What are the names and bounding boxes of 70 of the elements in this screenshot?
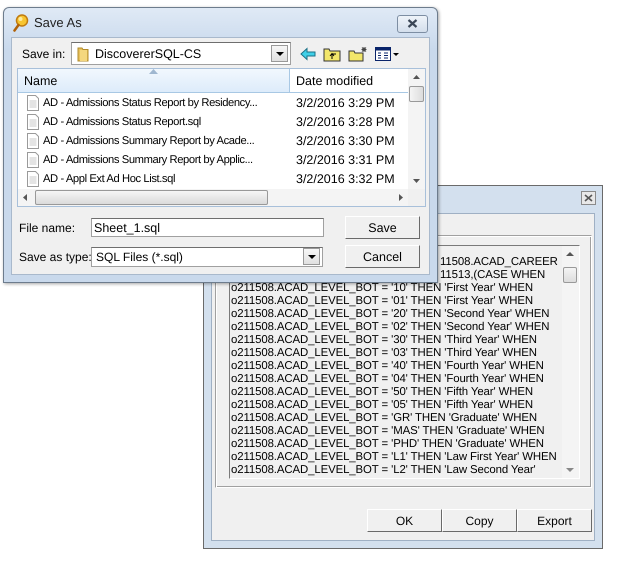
dialog-button[interactable]: OK — [367, 509, 442, 532]
dialog-button[interactable]: Export — [517, 509, 592, 532]
date-cell-text: 3/2/2016 3:29 PM — [295, 96, 395, 110]
scrollbar-corner — [408, 189, 425, 206]
file-row[interactable]: AD - Admissions Status Report by Residency... — [18, 94, 290, 110]
dialog-button[interactable]: Copy — [442, 509, 517, 532]
code-line: o211508.ACAD_LEVEL_BOT = '02' THEN 'Second Year' WHEN — [231, 321, 550, 333]
file-row[interactable]: AD - Admissions Status Report.sql — [18, 114, 290, 130]
code-line: o211508.ACAD_LEVEL_BOT = '50' THEN 'Fifth Year' WHEN — [231, 386, 534, 398]
save-as-type-label: Save as type: — [19, 250, 91, 264]
view-menu-icon[interactable] — [375, 46, 399, 60]
document-icon — [26, 94, 40, 110]
vertical-scrollbar[interactable] — [408, 69, 425, 189]
code-line: o211508.ACAD_LEVEL_BOT = 'L1' THEN 'Law First Year' WHEN — [231, 451, 557, 463]
document-icon — [26, 170, 40, 186]
code-line: o211508.ACAD_LEVEL_BOT = 'L2' THEN 'Law Second Year' — [231, 464, 536, 476]
scroll-right-icon[interactable] — [399, 194, 403, 201]
code-line: o211508.ACAD_LEVEL_BOT = 'MAS' THEN 'Graduate' WHEN — [231, 425, 545, 437]
code-line: o211508.ACAD_LEVEL_BOT = 'GR' THEN 'Graduate' WHEN — [231, 412, 538, 424]
code-line: o211508.ACAD_LEVEL_BOT = '10' THEN 'First Year' WHEN — [231, 282, 534, 294]
scroll-up-icon[interactable] — [566, 251, 574, 256]
column-header[interactable]: Name — [18, 69, 290, 92]
dropdown-arrow-icon — [276, 52, 284, 56]
document-icon — [26, 152, 40, 168]
magnifier-icon — [13, 14, 29, 32]
file-name-label: File name: — [19, 220, 76, 234]
folder-icon — [77, 46, 89, 62]
close-icon — [407, 19, 418, 28]
code-line: o211508.ACAD_LEVEL_BOT = '04' THEN 'Fourth Year' WHEN — [231, 373, 544, 385]
vertical-scrollbar[interactable] — [562, 246, 579, 478]
scroll-up-icon[interactable] — [413, 75, 420, 79]
code-line: 11513,(CASE WHEN — [440, 269, 546, 281]
cancel-button[interactable]: Cancel — [345, 245, 420, 268]
date-cell-text: 3/2/2016 3:30 PM — [295, 134, 395, 148]
file-row[interactable]: AD - Appl Ext Ad Hoc List.sql — [18, 170, 290, 186]
new-folder-icon[interactable] — [348, 46, 368, 62]
code-line: o211508.ACAD_LEVEL_BOT = '03' THEN 'Third Year' WHEN — [231, 347, 537, 359]
date-cell-text: 3/2/2016 3:31 PM — [295, 152, 395, 166]
code-line: o211508.ACAD_LEVEL_BOT = '30' THEN 'Third Year' WHEN — [231, 334, 537, 346]
file-name-field[interactable]: Sheet_1.sql — [91, 218, 324, 237]
document-icon — [26, 132, 40, 148]
code-line: 11508.ACAD_CAREER — [440, 256, 558, 268]
file-row[interactable]: AD - Admissions Summary Report by Acade... — [18, 132, 290, 148]
scroll-left-icon[interactable] — [23, 194, 27, 201]
code-line: o211508.ACAD_LEVEL_BOT = '40' THEN 'Fourth Year' WHEN — [231, 360, 544, 372]
column-header[interactable]: Date modified — [290, 69, 408, 92]
dropdown-arrow-icon — [308, 254, 316, 258]
save-in-dropdown[interactable]: DiscovererSQL-CS — [71, 42, 291, 65]
scrollbar-thumb[interactable] — [563, 267, 577, 283]
close-icon[interactable] — [581, 191, 596, 205]
scroll-down-icon[interactable] — [413, 179, 420, 183]
scrollbar-thumb[interactable] — [409, 86, 424, 102]
scroll-down-icon[interactable] — [566, 468, 574, 473]
date-cell-text: 3/2/2016 3:32 PM — [295, 172, 395, 186]
code-line: o211508.ACAD_LEVEL_BOT = '01' THEN 'First Year' WHEN — [231, 295, 534, 307]
file-type-dropdown[interactable]: SQL Files (*.sql) — [91, 246, 323, 266]
code-line: o211508.ACAD_LEVEL_BOT = 'PHD' THEN 'Graduate' WHEN — [231, 438, 544, 450]
horizontal-scrollbar[interactable] — [18, 189, 408, 206]
close-button[interactable] — [397, 14, 428, 32]
document-icon — [26, 114, 40, 130]
date-cell-text: 3/2/2016 3:28 PM — [295, 114, 395, 128]
save-in-label: Save in: — [22, 46, 66, 60]
file-row[interactable]: AD - Admissions Summary Report by Applic... — [18, 152, 290, 168]
back-arrow-icon[interactable] — [300, 46, 316, 60]
code-line: o211508.ACAD_LEVEL_BOT = '20' THEN 'Second Year' WHEN — [231, 308, 550, 320]
save-button[interactable]: Save — [345, 216, 420, 239]
code-line: o211508.ACAD_LEVEL_BOT = '05' THEN 'Fifth Year' WHEN — [231, 399, 534, 411]
window-title: Save As — [34, 15, 82, 30]
up-folder-icon[interactable] — [323, 46, 341, 62]
scrollbar-thumb[interactable] — [35, 190, 268, 205]
